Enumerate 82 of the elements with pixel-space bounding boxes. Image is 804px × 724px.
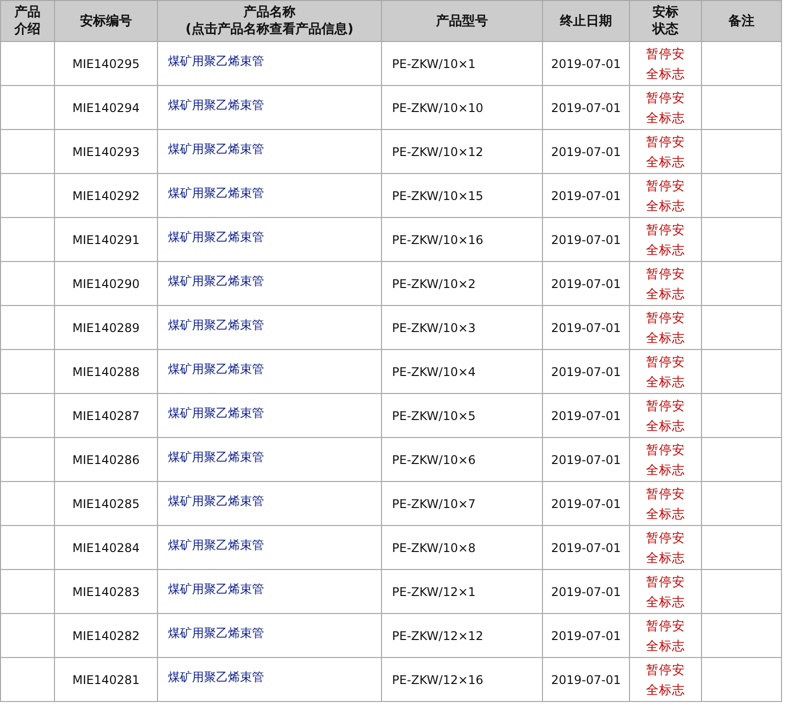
status-text: 暂停安全标志 <box>646 220 686 258</box>
table-cell: PE-ZKW/10×6 <box>392 452 476 466</box>
status-text: 暂停安全标志 <box>646 352 686 390</box>
status-text: 暂停安全标志 <box>646 572 686 610</box>
table-cell: PE-ZKW/10×5 <box>392 408 476 422</box>
table-cell: 2019-07-01 <box>551 188 621 202</box>
product-name-link[interactable]: 煤矿用聚乙烯束管 <box>168 142 264 156</box>
table-cell: 2019-07-01 <box>551 276 621 290</box>
status-text: 暂停安全标志 <box>646 484 686 522</box>
table-cell: 2019-07-01 <box>551 56 621 70</box>
table-cell: 2019-07-01 <box>551 320 621 334</box>
table-cell: 2019-07-01 <box>551 364 621 378</box>
product-name-link[interactable]: 煤矿用聚乙烯束管 <box>168 230 264 244</box>
table-cell: PE-ZKW/10×8 <box>392 540 476 554</box>
table-cell: 2019-07-01 <box>551 540 621 554</box>
product-name-link[interactable]: 煤矿用聚乙烯束管 <box>168 362 264 376</box>
table-cell: 2019-07-01 <box>551 232 621 246</box>
table-cell: MIE140292 <box>72 188 140 202</box>
table-cell: PE-ZKW/12×16 <box>392 672 484 686</box>
table-cell: PE-ZKW/10×3 <box>392 320 476 334</box>
table-cell: PE-ZKW/10×2 <box>392 276 476 290</box>
table-cell: MIE140286 <box>72 452 140 466</box>
table-cell: 2019-07-01 <box>551 452 621 466</box>
table-cell: 2019-07-01 <box>551 628 621 642</box>
table-cell: PE-ZKW/10×16 <box>392 232 484 246</box>
table-cell: PE-ZKW/10×15 <box>392 188 484 202</box>
status-text: 暂停安全标志 <box>646 660 686 698</box>
table-cell: MIE140290 <box>72 276 140 290</box>
status-text: 暂停安全标志 <box>646 132 686 170</box>
table-cell: PE-ZKW/12×12 <box>392 628 484 642</box>
table-cell: 2019-07-01 <box>551 672 621 686</box>
product-name-link[interactable]: 煤矿用聚乙烯束管 <box>168 54 264 68</box>
table-cell: PE-ZKW/10×1 <box>392 56 476 70</box>
table-cell: PE-ZKW/10×10 <box>392 100 484 114</box>
column-header: 产品介绍 <box>14 4 42 38</box>
table-cell: 2019-07-01 <box>551 408 621 422</box>
status-text: 暂停安全标志 <box>646 44 686 82</box>
status-text: 暂停安全标志 <box>646 528 686 566</box>
product-name-link[interactable]: 煤矿用聚乙烯束管 <box>168 186 264 200</box>
table-cell: MIE140293 <box>72 144 140 158</box>
table-cell: MIE140284 <box>72 540 140 554</box>
status-text: 暂停安全标志 <box>646 440 686 478</box>
column-header: 产品名称 (点击产品名称查看产品信息) <box>186 4 354 38</box>
table-cell: MIE140295 <box>72 56 140 70</box>
table-cell: PE-ZKW/10×7 <box>392 496 476 510</box>
table-cell: 2019-07-01 <box>551 496 621 510</box>
product-name-link[interactable]: 煤矿用聚乙烯束管 <box>168 274 264 288</box>
table-cell: 2019-07-01 <box>551 584 621 598</box>
table-cell: MIE140289 <box>72 320 140 334</box>
status-text: 暂停安全标志 <box>646 264 686 302</box>
status-text: 暂停安全标志 <box>646 396 686 434</box>
table-cell: MIE140291 <box>72 232 140 246</box>
column-header: 终止日期 <box>560 12 612 30</box>
status-text: 暂停安全标志 <box>646 616 686 654</box>
table-cell: MIE140288 <box>72 364 140 378</box>
table-cell: MIE140285 <box>72 496 140 510</box>
product-name-link[interactable]: 煤矿用聚乙烯束管 <box>168 538 264 552</box>
product-name-link[interactable]: 煤矿用聚乙烯束管 <box>168 626 264 640</box>
product-name-link[interactable]: 煤矿用聚乙烯束管 <box>168 406 264 420</box>
table-cell: PE-ZKW/10×12 <box>392 144 484 158</box>
table-cell: 2019-07-01 <box>551 100 621 114</box>
product-name-link[interactable]: 煤矿用聚乙烯束管 <box>168 450 264 464</box>
product-name-link[interactable]: 煤矿用聚乙烯束管 <box>168 318 264 332</box>
product-name-link[interactable]: 煤矿用聚乙烯束管 <box>168 98 264 112</box>
column-header: 备注 <box>728 12 754 30</box>
product-name-link[interactable]: 煤矿用聚乙烯束管 <box>168 582 264 596</box>
status-text: 暂停安全标志 <box>646 176 686 214</box>
product-name-link[interactable]: 煤矿用聚乙烯束管 <box>168 494 264 508</box>
table-cell: PE-ZKW/10×4 <box>392 364 476 378</box>
column-header: 安标编号 <box>80 12 132 30</box>
table-cell: 2019-07-01 <box>551 144 621 158</box>
table-cell: MIE140283 <box>72 584 140 598</box>
status-text: 暂停安全标志 <box>646 308 686 346</box>
status-text: 暂停安全标志 <box>646 88 686 126</box>
table-cell: MIE140282 <box>72 628 140 642</box>
product-name-link[interactable]: 煤矿用聚乙烯束管 <box>168 670 264 684</box>
column-header: 产品型号 <box>436 12 488 30</box>
table-cell: MIE140294 <box>72 100 140 114</box>
table-cell: MIE140287 <box>72 408 140 422</box>
table-cell: PE-ZKW/12×1 <box>392 584 476 598</box>
table-cell: MIE140281 <box>72 672 140 686</box>
column-header: 安标状态 <box>652 4 680 38</box>
